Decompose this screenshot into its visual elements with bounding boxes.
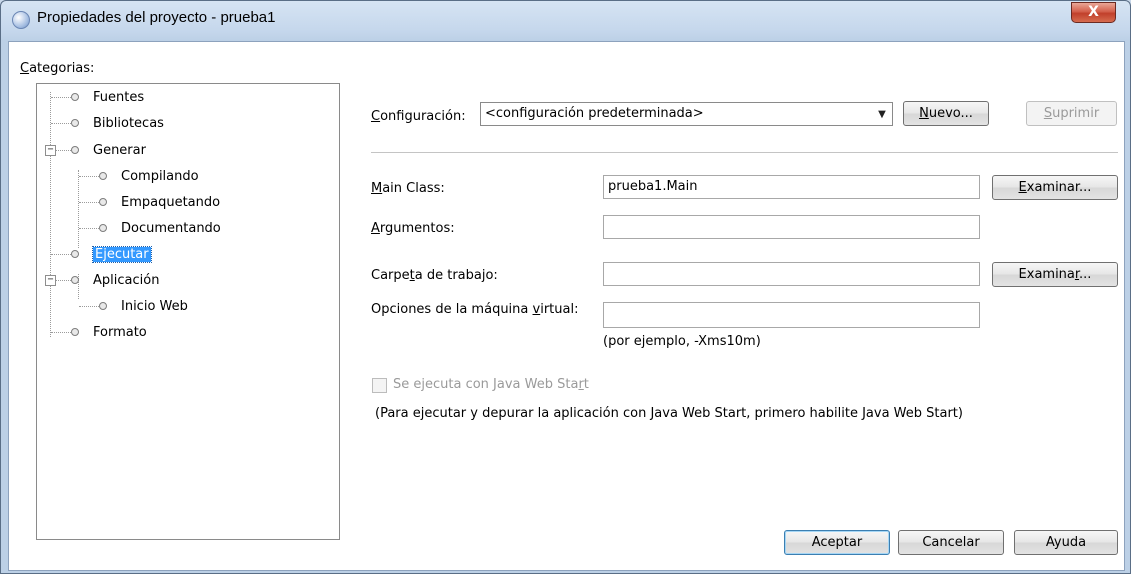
node-icon: [71, 146, 79, 154]
tree-item-label: Aplicación: [93, 272, 160, 288]
dialog-body: Categorias: − − Fuentes Bibliotecas Gene…: [8, 41, 1125, 571]
node-icon: [71, 119, 79, 127]
tree-item-formato[interactable]: Formato: [71, 321, 147, 343]
configuration-select[interactable]: <configuración predeterminada> ▼: [480, 102, 893, 126]
help-button[interactable]: Ayuda: [1014, 530, 1118, 555]
tree-connector: [55, 150, 71, 151]
web-start-checkbox[interactable]: [372, 378, 387, 393]
tree-item-generar[interactable]: Generar: [71, 139, 146, 161]
chevron-down-icon[interactable]: ▼: [874, 106, 890, 122]
tree-item-label: Empaquetando: [121, 194, 221, 210]
app-icon: [12, 11, 30, 29]
tree-item-ejecutar[interactable]: Ejecutar: [71, 243, 152, 265]
node-icon: [71, 328, 79, 336]
web-start-label: Se ejecuta con Java Web Start: [393, 377, 589, 392]
close-icon: X: [1088, 4, 1099, 20]
main-class-input[interactable]: prueba1.Main: [603, 175, 980, 199]
vm-options-input[interactable]: [603, 302, 980, 328]
tree-connector: [79, 202, 99, 203]
tree-connector: [78, 170, 79, 248]
browse-working-dir-button[interactable]: Examinar...: [992, 262, 1118, 287]
separator: [371, 152, 1118, 153]
node-icon: [71, 250, 79, 258]
tree-item-label: Documentando: [121, 220, 221, 236]
arguments-input[interactable]: [603, 215, 980, 239]
tree-item-label: Formato: [93, 324, 147, 340]
configuration-label: Configuración:: [371, 109, 466, 124]
working-dir-input[interactable]: [603, 262, 980, 286]
delete-configuration-button[interactable]: Suprimir: [1026, 101, 1117, 126]
main-class-label: Main Class:: [371, 181, 445, 196]
tree-item-label: Fuentes: [93, 89, 145, 105]
categories-tree[interactable]: − − Fuentes Bibliotecas Generar Compilan…: [36, 83, 340, 540]
title-bar[interactable]: Propiedades del proyecto - prueba1 X: [1, 1, 1130, 41]
vm-options-hint: (por ejemplo, -Xms10m): [603, 334, 761, 349]
tree-item-inicio-web[interactable]: Inicio Web: [99, 295, 188, 317]
tree-connector: [51, 254, 71, 255]
vm-options-label: Opciones de la máquina virtual:: [371, 302, 579, 317]
collapse-aplicacion-icon[interactable]: −: [45, 275, 56, 286]
node-icon: [71, 276, 79, 284]
browse-main-class-button[interactable]: Examinar...: [992, 175, 1118, 200]
tree-connector: [55, 280, 71, 281]
categories-label: Categorias:: [20, 61, 95, 76]
cancel-button[interactable]: Cancelar: [898, 530, 1004, 555]
node-icon: [71, 93, 79, 101]
node-icon: [99, 172, 107, 180]
tree-item-label: Bibliotecas: [93, 115, 164, 131]
tree-connector: [50, 92, 51, 337]
collapse-generar-icon[interactable]: −: [45, 145, 56, 156]
tree-connector: [79, 176, 99, 177]
arguments-label: Argumentos:: [371, 221, 455, 236]
tree-connector: [51, 97, 71, 98]
tree-item-label: Ejecutar: [92, 245, 152, 263]
tree-item-aplicacion[interactable]: Aplicación: [71, 269, 159, 291]
tree-item-fuentes[interactable]: Fuentes: [71, 86, 144, 108]
tree-item-empaquetando[interactable]: Empaquetando: [99, 191, 220, 213]
tree-connector: [79, 306, 99, 307]
tree-item-compilando[interactable]: Compilando: [99, 165, 199, 187]
tree-connector: [51, 123, 71, 124]
node-icon: [99, 302, 107, 310]
accept-button[interactable]: Aceptar: [784, 530, 890, 555]
working-dir-label: Carpeta de trabajo:: [371, 268, 498, 283]
node-icon: [99, 224, 107, 232]
configuration-value: <configuración predeterminada>: [485, 106, 704, 121]
close-button[interactable]: X: [1071, 2, 1116, 23]
tree-connector: [51, 332, 71, 333]
tree-item-label: Inicio Web: [121, 298, 188, 314]
web-start-note: (Para ejecutar y depurar la aplicación c…: [375, 406, 963, 421]
new-configuration-button[interactable]: Nuevo...: [903, 101, 989, 126]
properties-dialog: Propiedades del proyecto - prueba1 X Cat…: [0, 0, 1131, 574]
tree-item-label: Generar: [93, 142, 146, 158]
tree-item-documentando[interactable]: Documentando: [99, 217, 221, 239]
tree-connector: [79, 228, 99, 229]
node-icon: [99, 198, 107, 206]
window-title: Propiedades del proyecto - prueba1: [37, 9, 276, 26]
tree-item-bibliotecas[interactable]: Bibliotecas: [71, 112, 164, 134]
tree-item-label: Compilando: [121, 168, 199, 184]
